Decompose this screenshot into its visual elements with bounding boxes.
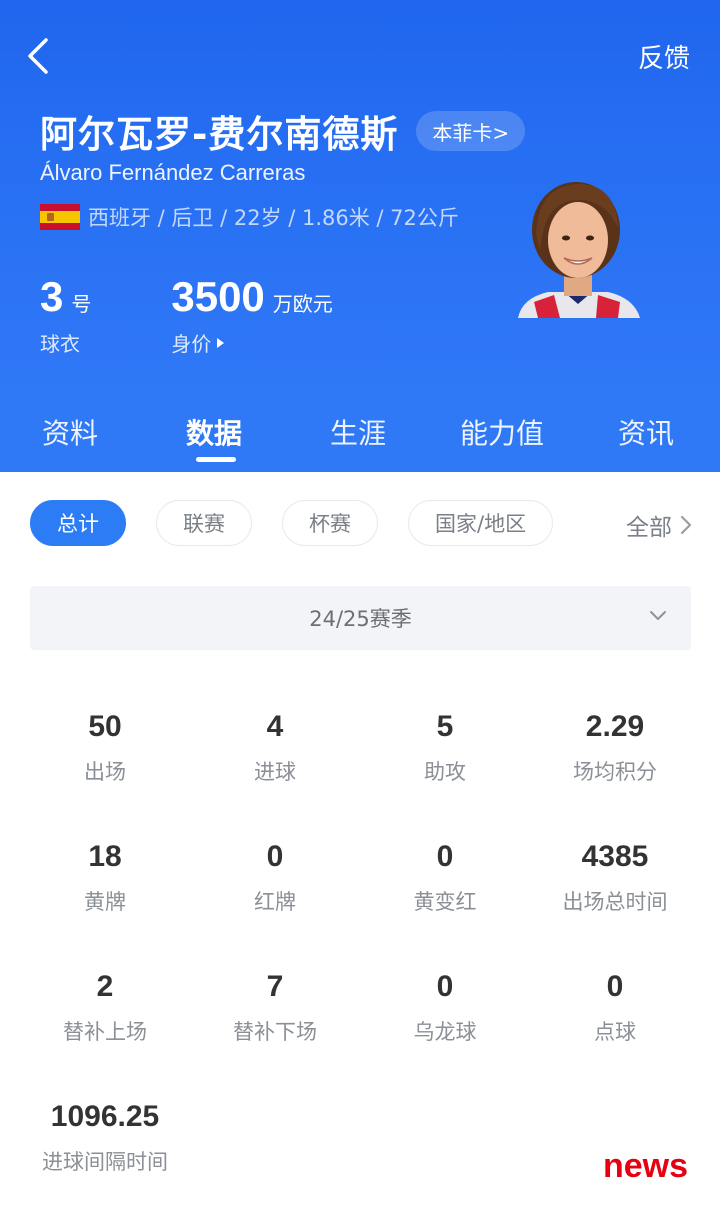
filter-all-button[interactable]: 全部 (626, 508, 692, 542)
stat-cell: 5 助攻 (360, 710, 530, 786)
shirt-number-stat: 3 号 球衣 (40, 274, 91, 357)
stat-value: 7 (266, 970, 284, 1003)
stat-value: 1096.25 (50, 1100, 160, 1133)
stat-label: 黄牌 (84, 890, 126, 914)
stat-cell: 18 黄牌 (20, 840, 190, 916)
stat-value: 2 (96, 970, 114, 1003)
team-chip[interactable]: 本菲卡> (416, 111, 526, 151)
stat-label: 替补上场 (63, 1020, 147, 1044)
back-button[interactable] (22, 36, 58, 76)
filter-league[interactable]: 联赛 (156, 500, 252, 546)
filter-total[interactable]: 总计 (30, 500, 126, 546)
stat-value: 2.29 (585, 710, 645, 743)
stat-value: 0 (436, 970, 454, 1003)
filter-national[interactable]: 国家/地区 (408, 500, 554, 546)
stat-label: 场均积分 (573, 760, 657, 784)
player-meta-text: 西班牙 / 后卫 / 22岁 / 1.86米 / 72公斤 (88, 206, 459, 230)
stat-cell: 50 出场 (20, 710, 190, 786)
stat-cell: 4 进球 (190, 710, 360, 786)
season-label: 24/25赛季 (309, 607, 412, 631)
stat-value: 50 (88, 710, 122, 743)
active-tab-indicator (196, 457, 236, 462)
stat-label: 进球 (254, 760, 296, 784)
stat-label: 出场 (84, 760, 126, 784)
market-value-stat[interactable]: 3500 万欧元 身价 (171, 274, 332, 357)
stat-label: 替补下场 (233, 1020, 317, 1044)
player-photo (514, 178, 642, 318)
stat-label: 出场总时间 (562, 890, 668, 914)
tab-bar: 资料 数据 生涯 能力值 资讯 (0, 392, 720, 472)
stat-label: 进球间隔时间 (42, 1150, 168, 1174)
chevron-down-icon (650, 611, 666, 620)
stat-cell: 0 红牌 (190, 840, 360, 916)
market-value-label: 身价 (171, 328, 332, 357)
stat-label: 乌龙球 (413, 1020, 477, 1044)
shirt-number-unit: 号 (71, 292, 92, 316)
stat-value: 0 (606, 970, 624, 1003)
stat-value: 5 (436, 710, 454, 743)
spain-flag-icon (40, 204, 80, 230)
stat-value: 0 (436, 840, 454, 873)
shirt-number: 3 (40, 273, 64, 320)
stat-cell: 0 乌龙球 (360, 970, 530, 1046)
caret-right-icon (217, 337, 225, 348)
player-name-english: Álvaro Fernández Carreras (40, 160, 306, 185)
filter-cup[interactable]: 杯赛 (282, 500, 378, 546)
stat-label: 黄变红 (413, 890, 477, 914)
stat-cell: 7 替补下场 (190, 970, 360, 1046)
market-value-unit: 万欧元 (272, 292, 333, 316)
filter-all-label: 全部 (626, 515, 672, 541)
stat-cell: 2.29 场均积分 (530, 710, 700, 786)
filter-chips: 总计 联赛 杯赛 国家/地区 (30, 500, 583, 546)
tab-profile[interactable]: 资料 (42, 392, 98, 472)
chevron-right-icon (680, 515, 692, 535)
tab-ability[interactable]: 能力值 (460, 392, 544, 472)
stat-label: 点球 (594, 1020, 636, 1044)
stat-label: 助攻 (424, 760, 466, 784)
stat-cell: 1096.25 进球间隔时间 (20, 1100, 190, 1176)
stats-content: 总计 联赛 杯赛 国家/地区 全部 24/25赛季 50 出场 4 进球 5 助攻 2… (0, 472, 720, 1206)
stat-value: 18 (88, 840, 122, 873)
season-selector[interactable]: 24/25赛季 (30, 586, 691, 650)
stat-value: 4 (266, 710, 284, 743)
stat-cell: 2 替补上场 (20, 970, 190, 1046)
stat-label: 红牌 (254, 890, 296, 914)
stat-cell: 0 点球 (530, 970, 700, 1046)
chevron-left-icon (28, 38, 48, 74)
stat-cell: 0 黄变红 (360, 840, 530, 916)
name-row: 阿尔瓦罗-费尔南德斯 本菲卡> (40, 104, 526, 158)
market-value-label-text: 身价 (171, 332, 212, 356)
news-watermark: news (602, 1147, 688, 1185)
player-header: 反馈 阿尔瓦罗-费尔南德斯 本菲卡> Álvaro Fernández Carr… (0, 0, 720, 392)
stat-value: 0 (266, 840, 284, 873)
feedback-button[interactable]: 反馈 (638, 38, 690, 75)
stat-value: 4385 (581, 840, 649, 873)
tab-news[interactable]: 资讯 (618, 392, 674, 472)
market-value: 3500 (171, 273, 265, 320)
player-meta: 西班牙 / 后卫 / 22岁 / 1.86米 / 72公斤 (40, 202, 459, 232)
stat-cell: 4385 出场总时间 (530, 840, 700, 916)
header-stats: 3 号 球衣 3500 万欧元 身价 (40, 274, 333, 357)
tab-career[interactable]: 生涯 (330, 392, 386, 472)
player-name: 阿尔瓦罗-费尔南德斯 (40, 113, 399, 156)
shirt-label: 球衣 (40, 332, 80, 356)
